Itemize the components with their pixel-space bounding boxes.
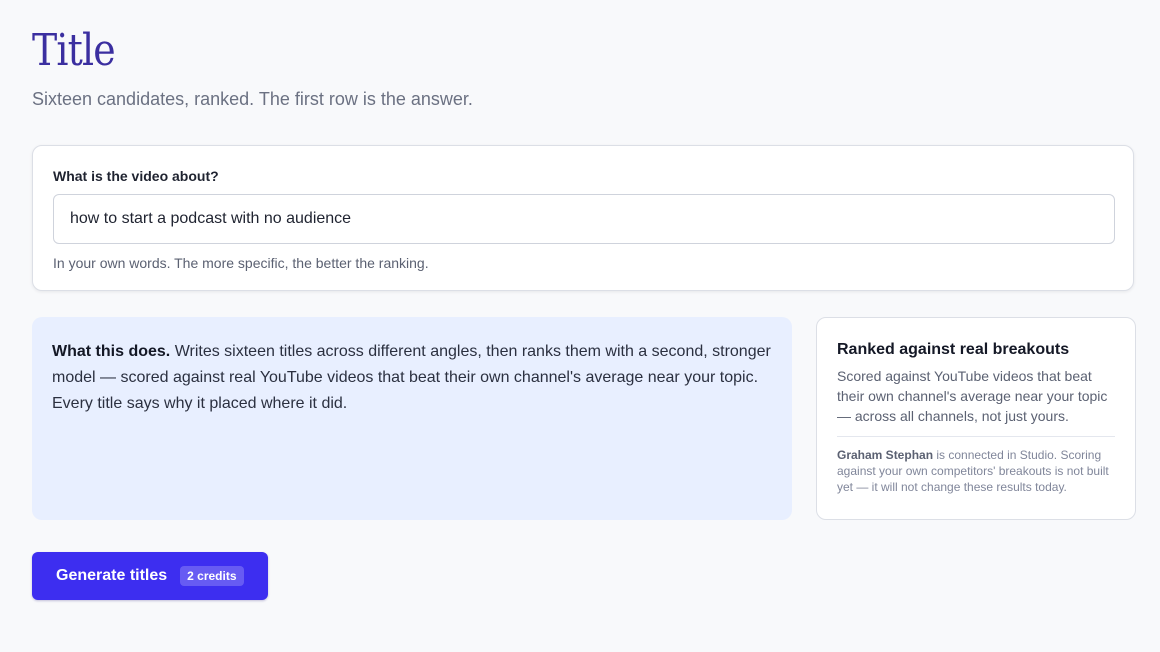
connection-note: Graham Stephan is connected in Studio. S… [837,447,1115,495]
generate-titles-button[interactable]: Generate titles 2 credits [32,552,268,600]
topic-input-card: What is the video about? In your own wor… [32,145,1134,291]
connected-channel-name: Graham Stephan [837,448,934,462]
ranking-card-body: Scored against YouTube videos that beat … [837,368,1108,424]
info-lead: What this does. [52,343,171,360]
topic-help-text: In your own words. The more specific, th… [53,255,429,271]
ranking-info-card: Ranked against real breakouts Scored aga… [816,317,1136,520]
ranking-card-title: Ranked against real breakouts [837,341,1070,358]
generate-button-label: Generate titles [56,567,168,584]
page-title: Title [32,25,116,76]
topic-input[interactable] [53,194,1115,244]
page-subtitle: Sixteen candidates, ranked. The first ro… [32,89,473,109]
topic-label: What is the video about? [53,168,219,184]
info-text: What this does. Writes sixteen titles ac… [52,339,772,417]
credits-badge: 2 credits [180,566,244,586]
divider [837,436,1115,437]
info-panel: What this does. Writes sixteen titles ac… [32,317,792,520]
